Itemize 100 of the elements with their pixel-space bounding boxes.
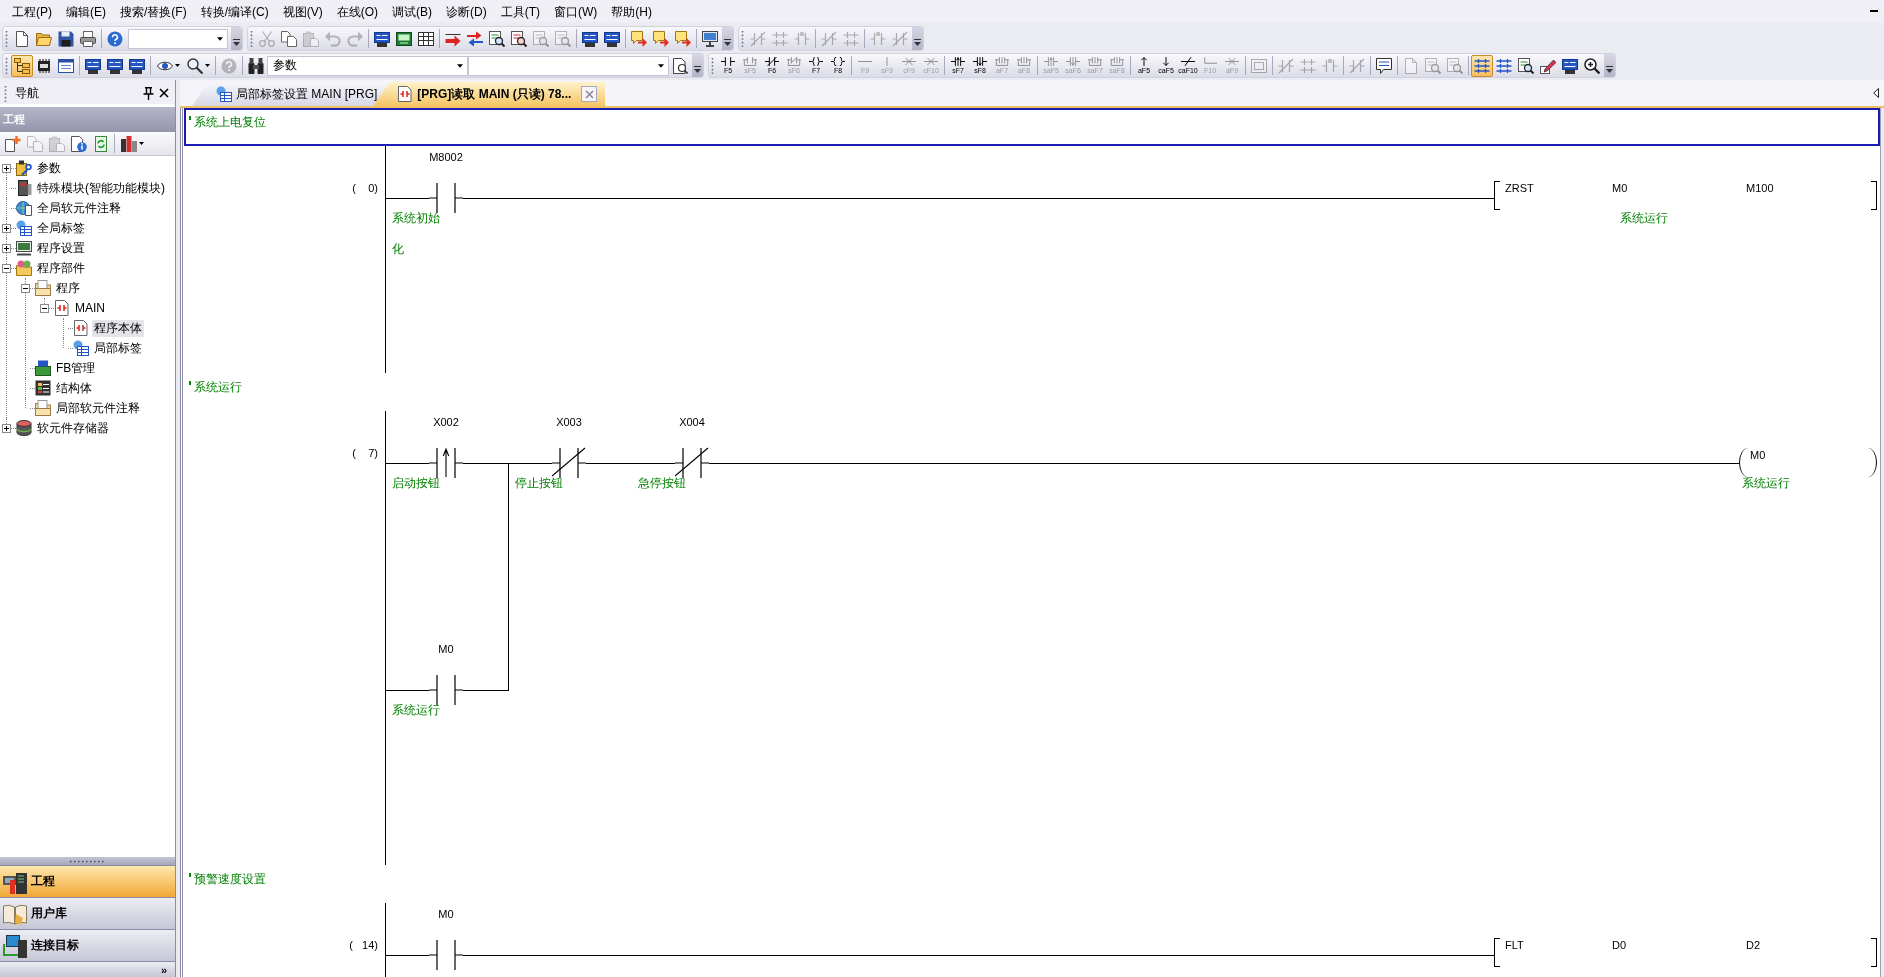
- redo-icon: [347, 30, 363, 47]
- add-document-icon: [5, 135, 21, 152]
- menu-item[interactable]: 在线(O): [329, 1, 385, 21]
- overflow-button[interactable]: [722, 27, 733, 50]
- tree-item[interactable]: 结构体: [54, 379, 94, 397]
- document-icon: [14, 30, 30, 47]
- grip-dots-icon: [69, 859, 106, 863]
- caret-down-icon: [217, 36, 223, 41]
- tree-item[interactable]: 程序部件: [35, 259, 87, 277]
- ladder-list-icon: [1474, 57, 1490, 74]
- menu-item[interactable]: 编辑(E): [59, 1, 113, 21]
- toolbar-button[interactable]: [11, 54, 33, 77]
- menu-item[interactable]: 视图(V): [275, 1, 330, 21]
- tree-item[interactable]: 特殊模块(智能功能模块): [35, 179, 167, 197]
- panel-icon: [374, 30, 390, 47]
- overflow-button[interactable]: [912, 27, 923, 50]
- monitor-icon: [702, 30, 718, 47]
- device-comment: 系统运行: [1620, 210, 1669, 227]
- caret-down-icon: [204, 64, 210, 67]
- navigation-button[interactable]: 工程: [0, 865, 175, 897]
- more-button[interactable]: »: [152, 963, 175, 976]
- menu-item[interactable]: 工具(T): [493, 1, 547, 21]
- clipboard-icon: [303, 30, 319, 47]
- tree-item[interactable]: 全局标签: [35, 219, 87, 237]
- wire: [385, 690, 429, 691]
- triangle-icon[interactable]: [1873, 88, 1879, 98]
- grip-icon[interactable]: [741, 30, 744, 47]
- collapse-icon[interactable]: [40, 303, 49, 313]
- ladder-icon: [1300, 57, 1316, 74]
- menu-item[interactable]: 诊断(D): [439, 1, 494, 21]
- statement-comment: 预警速度设置: [194, 872, 266, 887]
- tree-item[interactable]: MAIN: [73, 299, 107, 317]
- collapse-icon[interactable]: [2, 263, 11, 273]
- close-icon[interactable]: [159, 88, 169, 98]
- collapse-icon[interactable]: [21, 283, 30, 293]
- chevron-down-icon: [694, 66, 701, 73]
- panel-title: 导航: [15, 84, 39, 102]
- grip-icon[interactable]: [5, 30, 8, 47]
- swap-arrows-icon: [467, 30, 483, 47]
- tree-item[interactable]: 程序本体: [92, 319, 144, 337]
- tree-item[interactable]: 软元件存储器: [35, 419, 111, 437]
- menu-item[interactable]: 窗口(W): [547, 1, 605, 21]
- grip-icon[interactable]: [711, 57, 714, 74]
- operand: D0: [1612, 938, 1627, 952]
- operand: M0: [1612, 181, 1628, 195]
- pin-icon[interactable]: [143, 86, 154, 100]
- parallel-rising-contact-icon: [1088, 56, 1102, 66]
- menu-item[interactable]: 搜索/替换(F): [113, 1, 194, 21]
- menu-item[interactable]: 工程(P): [5, 1, 59, 21]
- chip-icon: [36, 57, 52, 74]
- ladder-document-icon: [397, 86, 414, 102]
- overflow-button[interactable]: [1604, 54, 1615, 77]
- tree-item[interactable]: 局部软元件注释: [54, 399, 142, 417]
- grip-icon[interactable]: [5, 57, 8, 74]
- wire: [385, 463, 429, 464]
- expand-icon[interactable]: [2, 423, 11, 433]
- overflow-button[interactable]: [692, 54, 703, 77]
- tree-item[interactable]: 局部标签: [92, 339, 144, 357]
- ladder-icon: [892, 30, 908, 47]
- pencil-icon: [1540, 57, 1556, 74]
- dropdown[interactable]: 参数: [267, 55, 468, 76]
- close-button[interactable]: [581, 86, 598, 102]
- panel-icon: [1562, 57, 1578, 74]
- navigation-button[interactable]: 连接目标: [0, 929, 175, 961]
- device-address: X004: [679, 415, 705, 429]
- globe-icon: [16, 200, 32, 216]
- navigation-button[interactable]: 用户库: [0, 897, 175, 929]
- grip-icon[interactable]: [250, 30, 253, 47]
- open-contact-icon: [429, 938, 463, 972]
- menu-item[interactable]: 帮助(H): [604, 1, 659, 21]
- tree-item[interactable]: 全局软元件注释: [35, 199, 123, 217]
- rising-contact-icon: [1044, 56, 1058, 66]
- computer-network-icon: [3, 933, 27, 958]
- grid-icon: [418, 30, 434, 47]
- ladder-icon: [1349, 57, 1365, 74]
- expand-icon[interactable]: [2, 243, 11, 253]
- tree-item[interactable]: FB管理: [54, 359, 98, 377]
- cross-icon: [924, 56, 938, 66]
- tab[interactable]: 局部标签设置 MAIN [PRG]: [192, 82, 386, 106]
- document-search-icon: [533, 30, 549, 47]
- cross-icon: [1225, 56, 1239, 66]
- tree-item[interactable]: 程序: [54, 279, 82, 297]
- overflow-button[interactable]: [231, 27, 242, 50]
- menu-item[interactable]: 调试(B): [385, 1, 439, 21]
- grip-icon[interactable]: [4, 84, 7, 102]
- device-address: X002: [433, 415, 459, 429]
- module-icon: [16, 180, 32, 196]
- tree-item[interactable]: 程序设置: [35, 239, 87, 257]
- contact-icon: [721, 56, 735, 66]
- device-comment: 系统初始化: [392, 210, 441, 258]
- expand-icon[interactable]: [2, 163, 11, 173]
- tree-item[interactable]: 参数: [35, 159, 63, 177]
- expand-icon[interactable]: [2, 223, 11, 233]
- chevron-down-icon: [914, 39, 921, 46]
- toolbar-button[interactable]: [1471, 54, 1493, 77]
- falling-contact-icon: [1066, 56, 1080, 66]
- zoom-in-icon: [1584, 57, 1600, 74]
- refresh-icon: [93, 135, 109, 152]
- menu-item[interactable]: 转换/编译(C): [193, 1, 276, 21]
- comment-list-icon: [1376, 57, 1392, 74]
